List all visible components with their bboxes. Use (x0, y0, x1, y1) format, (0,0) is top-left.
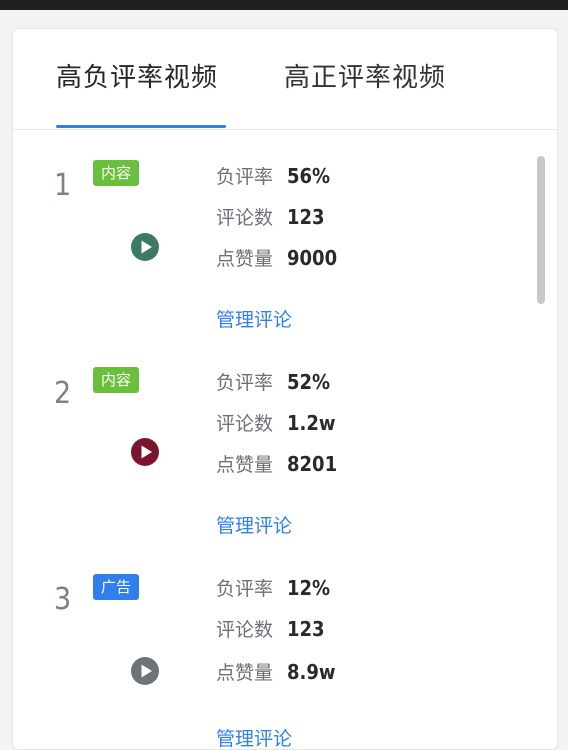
stat-label: 评论数 (216, 619, 274, 641)
category-badge: 广告 (93, 574, 140, 600)
list-item: 1 内容 负评率 56% 评论数 123 点赞量 9000 管理评论 (13, 130, 533, 332)
play-circle-icon[interactable] (129, 231, 161, 263)
stats-group: 负评率 56% 评论数 123 点赞量 9000 (216, 156, 337, 279)
stat-row: 点赞量 8201 (216, 444, 337, 485)
play-circle-icon[interactable] (129, 436, 161, 468)
active-tab-indicator (56, 125, 226, 128)
list-item: 3 广告 负评率 12% 评论数 123 点赞量 8.9w 管理评论 (13, 544, 533, 749)
stat-value: 8201 (287, 452, 338, 476)
tab-high-positive-rate[interactable]: 高正评率视频 (284, 57, 446, 94)
stat-row: 负评率 52% (216, 362, 337, 403)
category-badge: 内容 (93, 367, 140, 393)
stat-label: 点赞量 (216, 248, 274, 270)
stat-value: 123 (287, 205, 325, 229)
tab-high-negative-rate[interactable]: 高负评率视频 (56, 57, 218, 94)
stat-value: 9000 (287, 246, 338, 270)
stat-label: 评论数 (216, 413, 274, 435)
stat-value: 12% (287, 576, 331, 600)
video-list[interactable]: 1 内容 负评率 56% 评论数 123 点赞量 9000 管理评论 2 内容 … (13, 130, 557, 749)
category-badge: 内容 (93, 160, 140, 186)
stat-row: 评论数 123 (216, 197, 337, 238)
list-item: 2 内容 负评率 52% 评论数 1.2w 点赞量 8201 管理评论 (13, 338, 533, 538)
stat-label: 负评率 (216, 372, 274, 394)
manage-comments-link[interactable]: 管理评论 (216, 305, 292, 332)
tab-bar: 高负评率视频 高正评率视频 (13, 29, 557, 130)
scrollbar-thumb[interactable] (537, 156, 545, 304)
manage-comments-link[interactable]: 管理评论 (216, 511, 292, 538)
stat-label: 点赞量 (216, 662, 274, 684)
stat-row: 点赞量 9000 (216, 238, 337, 279)
stat-row: 评论数 123 (216, 609, 336, 650)
stats-group: 负评率 12% 评论数 123 点赞量 8.9w (216, 568, 336, 694)
stat-value: 123 (287, 617, 325, 641)
stat-label: 负评率 (216, 578, 274, 600)
play-circle-icon[interactable] (129, 655, 161, 687)
top-bar (0, 0, 568, 10)
stat-label: 负评率 (216, 166, 274, 188)
rank-number: 3 (54, 582, 72, 617)
video-ranking-card: 高负评率视频 高正评率视频 1 内容 负评率 56% 评论数 123 点赞量 9000 (12, 28, 558, 750)
rank-number: 2 (54, 376, 72, 411)
stat-value: 52% (287, 370, 331, 394)
stat-row: 点赞量 8.9w (216, 650, 336, 694)
rank-number: 1 (54, 168, 72, 203)
stat-row: 负评率 56% (216, 156, 337, 197)
stat-label: 点赞量 (216, 454, 274, 476)
stat-value: 8.9w (287, 660, 336, 684)
stat-label: 评论数 (216, 207, 274, 229)
manage-comments-link[interactable]: 管理评论 (216, 724, 292, 749)
stat-row: 评论数 1.2w (216, 403, 337, 444)
stat-value: 56% (287, 164, 331, 188)
stats-group: 负评率 52% 评论数 1.2w 点赞量 8201 (216, 362, 337, 485)
stat-row: 负评率 12% (216, 568, 336, 609)
stat-value: 1.2w (287, 411, 336, 435)
